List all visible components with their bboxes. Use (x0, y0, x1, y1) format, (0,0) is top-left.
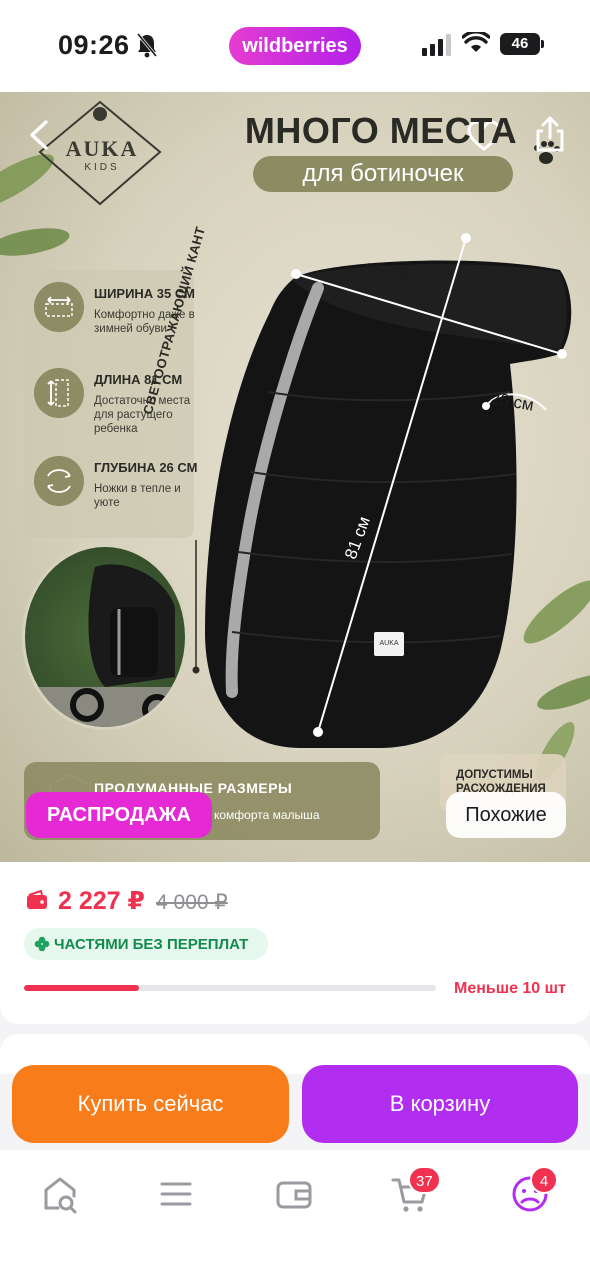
feature-desc: Ножки в тепле и уюте (94, 483, 181, 509)
wallet-tab-icon[interactable] (272, 1172, 316, 1216)
installment-text: ЧАСТЯМИ БЕЗ ПЕРЕПЛАТ (54, 936, 249, 953)
brand-sub: KIDS (84, 162, 120, 173)
status-time: 09:26 (58, 30, 130, 60)
add-to-cart-button[interactable]: В корзину (302, 1065, 578, 1143)
buy-now-button[interactable]: Купить сейчас (12, 1065, 289, 1143)
feature-title: ГЛУБИНА 26 СМ (94, 460, 198, 475)
height-arrows-icon (34, 368, 84, 418)
hero-title: МНОГО МЕСТА (244, 110, 518, 151)
menu-icon[interactable] (154, 1172, 198, 1216)
cart-badge: 37 (408, 1166, 441, 1194)
hero-subtitle: для ботиночек (253, 156, 513, 192)
sizes-panel-desc: комфорта малыша (214, 808, 320, 822)
status-bar: 09:26 wildberries 46 (0, 0, 590, 92)
stock-progress-bar (24, 985, 436, 991)
depth-arrows-icon (34, 456, 84, 506)
home-search-icon[interactable] (38, 1172, 82, 1216)
wallet-icon (27, 890, 47, 909)
stroller-photo (22, 544, 188, 730)
width-arrows-icon (34, 282, 84, 332)
tab-bar: 37 4 (0, 1150, 590, 1280)
feature-desc: Комфортно даже в зимней обуви (94, 309, 195, 335)
product-image[interactable]: AUKA KIDS МНОГО МЕСТА для ботиночек ШИРИ… (0, 92, 590, 862)
app-pill[interactable]: wildberries (229, 27, 361, 65)
feature-length: ДЛИНА 81 СМ Достаточно места для растуще… (32, 362, 202, 442)
stock-progress-fill (24, 985, 140, 991)
installment-badge[interactable]: ЧАСТЯМИ БЕЗ ПЕРЕПЛАТ (24, 928, 268, 960)
battery-level: 46 (500, 33, 540, 55)
feature-depth: ГЛУБИНА 26 СМ Ножки в тепле и уюте (32, 450, 202, 530)
bag-brand-tag: AUKA (374, 632, 404, 656)
profile-badge: 4 (530, 1166, 558, 1194)
stock-text: Меньше 10 шт (454, 980, 566, 997)
price-old: 4 000 ₽ (156, 891, 228, 914)
price-current: 2 227 ₽ (58, 887, 145, 915)
price-card: 2 227 ₽ 4 000 ₽ ЧАСТЯМИ БЕЗ ПЕРЕПЛАТ Мен… (0, 862, 590, 1024)
sale-badge: РАСПРОДАЖА (26, 792, 212, 838)
clover-icon (34, 936, 50, 952)
brand-name: AUKA (65, 136, 139, 161)
battery-tip (541, 40, 544, 48)
share-icon[interactable] (532, 114, 568, 154)
wifi-icon (462, 32, 490, 52)
bell-muted-icon (136, 33, 158, 58)
signal-icon (422, 34, 451, 56)
feature-title: ДЛИНА 81 СМ (94, 372, 183, 387)
similar-button[interactable]: Похожие (446, 792, 566, 838)
back-arrow-icon[interactable] (26, 118, 54, 152)
